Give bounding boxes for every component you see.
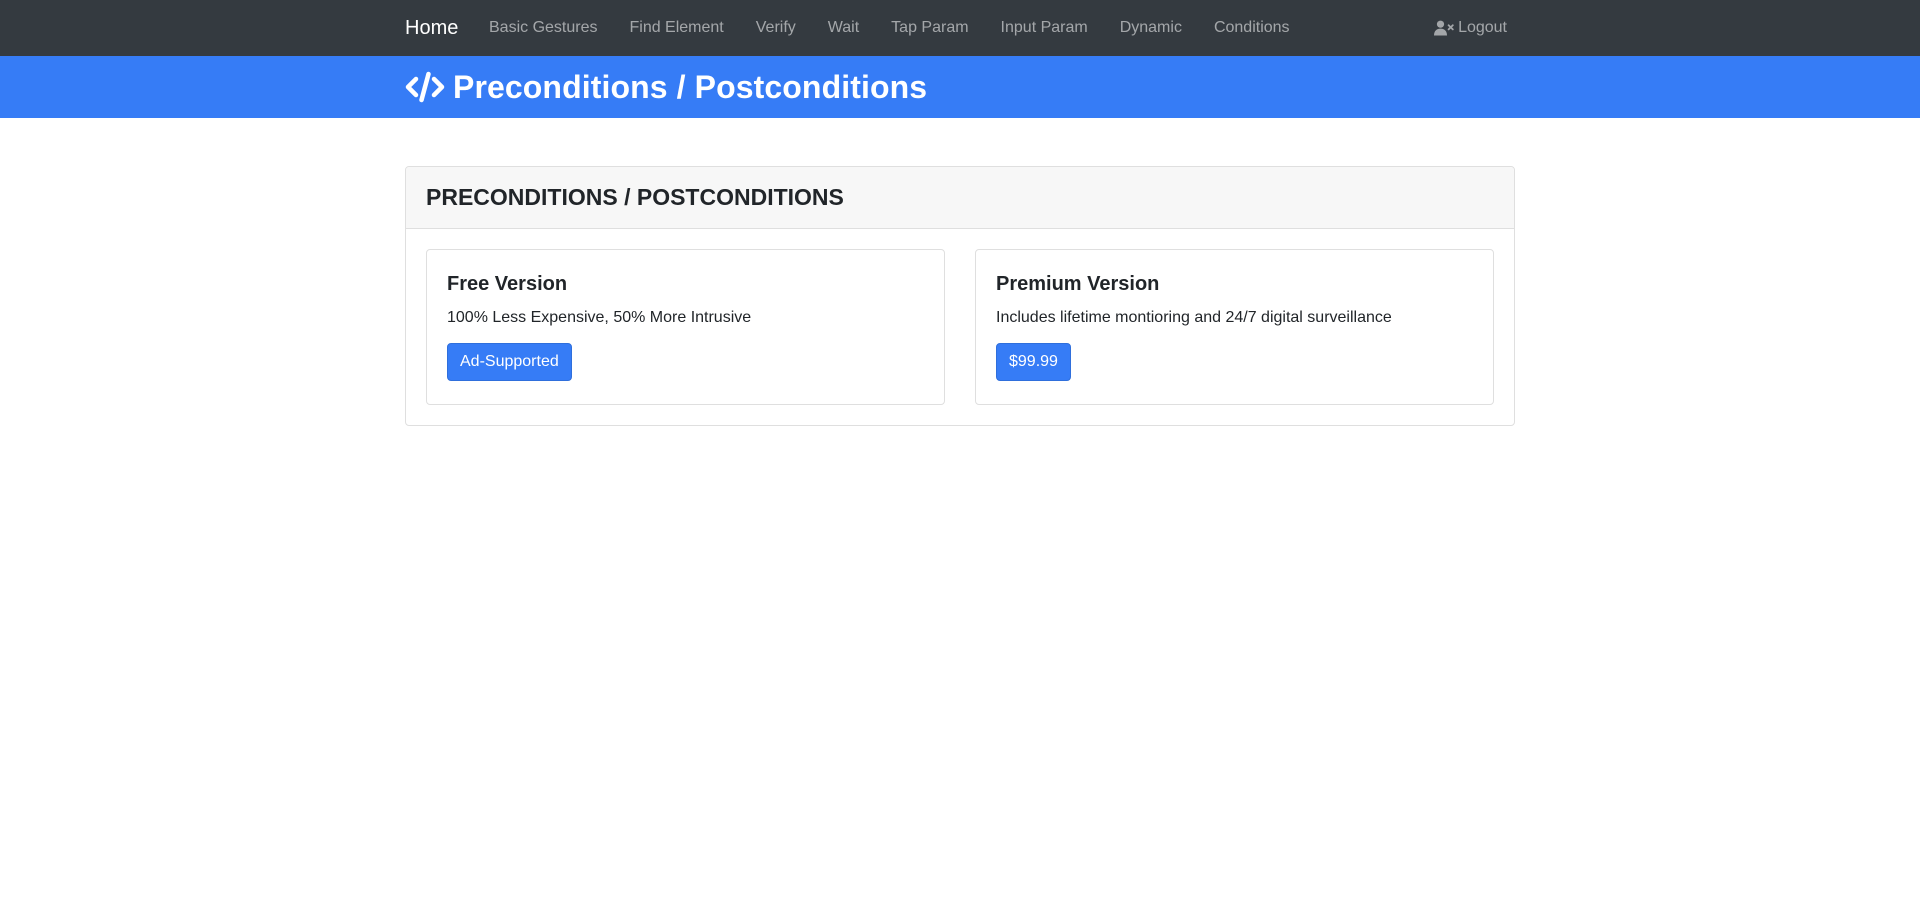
code-icon <box>405 71 445 103</box>
home-link[interactable]: Home <box>405 16 458 40</box>
free-version-description: 100% Less Expensive, 50% More Intrusive <box>447 309 752 326</box>
ad-supported-button[interactable]: Ad-Supported <box>447 343 572 381</box>
nav-link-tap-param[interactable]: Tap Param <box>875 18 984 38</box>
premium-version-description: Includes lifetime montioring and 24/7 di… <box>996 309 1392 326</box>
conditions-card-body: Free Version 100% Less Expensive, 50% Mo… <box>406 229 1514 425</box>
conditions-card: PRECONDITIONS / POSTCONDITIONS Free Vers… <box>405 166 1515 426</box>
nav-links: Basic Gestures Find Element Verify Wait … <box>489 18 1306 38</box>
nav-link-wait[interactable]: Wait <box>812 18 875 38</box>
top-navbar: Home Basic Gestures Find Element Verify … <box>0 0 1920 56</box>
nav-link-input-param[interactable]: Input Param <box>985 18 1104 38</box>
navbar-container: Home Basic Gestures Find Element Verify … <box>405 0 1515 56</box>
conditions-card-header: PRECONDITIONS / POSTCONDITIONS <box>406 167 1514 229</box>
premium-version-title: Premium Version <box>996 273 1160 295</box>
premium-price-button[interactable]: $99.99 <box>996 343 1071 381</box>
logout-label: Logout <box>1458 19 1507 36</box>
nav-link-find-element[interactable]: Find Element <box>613 18 739 38</box>
page-header: Preconditions / Postconditions <box>0 56 1920 118</box>
nav-link-dynamic[interactable]: Dynamic <box>1104 18 1198 38</box>
free-version-card: Free Version 100% Less Expensive, 50% Mo… <box>426 249 945 405</box>
conditions-card-title: PRECONDITIONS / POSTCONDITIONS <box>426 184 844 210</box>
premium-version-card: Premium Version Includes lifetime montio… <box>975 249 1494 405</box>
nav-link-basic-gestures[interactable]: Basic Gestures <box>489 18 613 38</box>
page-header-container: Preconditions / Postconditions <box>405 56 927 118</box>
logout-link[interactable]: Logout <box>1434 18 1507 38</box>
page-title: Preconditions / Postconditions <box>453 68 928 105</box>
free-version-title: Free Version <box>447 273 568 295</box>
nav-link-verify[interactable]: Verify <box>740 18 812 38</box>
user-times-icon <box>1434 20 1454 36</box>
nav-link-conditions[interactable]: Conditions <box>1198 18 1306 38</box>
